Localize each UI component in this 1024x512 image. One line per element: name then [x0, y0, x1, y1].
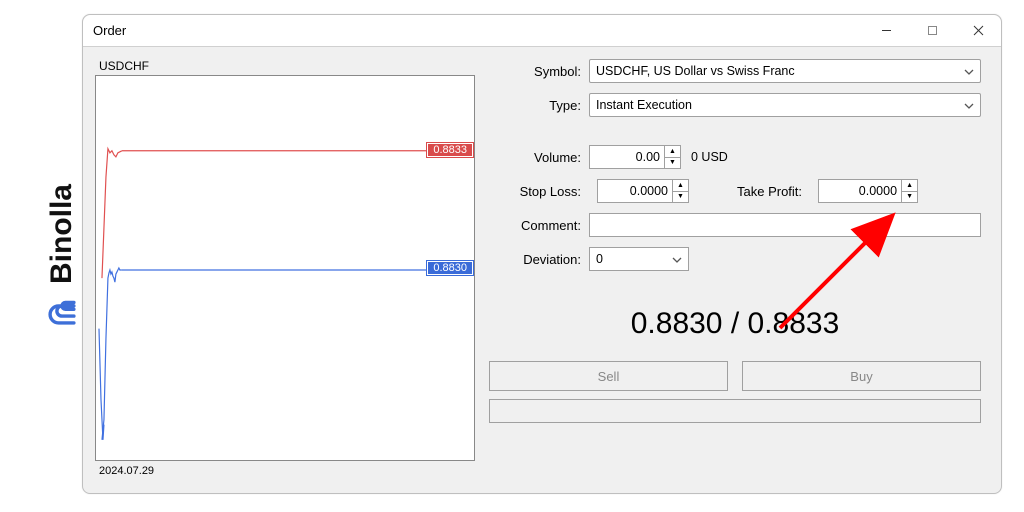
- titlebar: Order: [83, 15, 1001, 47]
- stoploss-up-button[interactable]: ▲: [673, 180, 688, 192]
- brand-logo: Binolla: [45, 184, 79, 328]
- binolla-icon: [45, 294, 79, 328]
- comment-label: Comment:: [489, 218, 589, 233]
- takeprofit-up-button[interactable]: ▲: [902, 180, 917, 192]
- order-window: Order USDCHF 0.8: [82, 14, 1002, 494]
- chart-symbol: USDCHF: [99, 59, 475, 73]
- tick-chart: 0.8833 0.8830: [95, 75, 475, 461]
- type-label: Type:: [489, 98, 589, 113]
- takeprofit-field[interactable]: [819, 180, 901, 202]
- stoploss-input[interactable]: ▲ ▼: [597, 179, 689, 203]
- stoploss-label: Stop Loss:: [489, 184, 589, 199]
- deviation-label: Deviation:: [489, 252, 589, 267]
- window-title: Order: [93, 23, 863, 38]
- chevron-down-icon: [964, 64, 974, 78]
- volume-input[interactable]: ▲ ▼: [589, 145, 681, 169]
- symbol-value: USDCHF, US Dollar vs Swiss Franc: [596, 64, 795, 78]
- chevron-down-icon: [672, 252, 682, 266]
- chart-date: 2024.07.29: [99, 465, 475, 477]
- volume-up-button[interactable]: ▲: [665, 146, 680, 158]
- close-button[interactable]: [955, 15, 1001, 47]
- stoploss-field[interactable]: [598, 180, 672, 202]
- type-value: Instant Execution: [596, 98, 692, 112]
- chevron-down-icon: [964, 98, 974, 112]
- order-form: Symbol: USDCHF, US Dollar vs Swiss Franc…: [489, 59, 981, 477]
- bid-price-tag: 0.8830: [426, 260, 474, 276]
- comment-input[interactable]: [589, 213, 981, 237]
- status-bar: [489, 399, 981, 423]
- deviation-value: 0: [596, 252, 603, 266]
- sell-button[interactable]: Sell: [489, 361, 728, 391]
- volume-field[interactable]: [590, 146, 664, 168]
- volume-usd: 0 USD: [691, 150, 728, 164]
- symbol-dropdown[interactable]: USDCHF, US Dollar vs Swiss Franc: [589, 59, 981, 83]
- symbol-label: Symbol:: [489, 64, 589, 79]
- volume-down-button[interactable]: ▼: [665, 158, 680, 169]
- deviation-dropdown[interactable]: 0: [589, 247, 689, 271]
- takeprofit-label: Take Profit:: [737, 184, 810, 199]
- buy-button[interactable]: Buy: [742, 361, 981, 391]
- maximize-button[interactable]: [909, 15, 955, 47]
- takeprofit-input[interactable]: ▲ ▼: [818, 179, 918, 203]
- chart-panel: USDCHF 0.8833 0.8830 2024.07.29: [95, 59, 475, 477]
- takeprofit-down-button[interactable]: ▼: [902, 192, 917, 203]
- bid-ask-display: 0.8830 / 0.8833: [489, 307, 981, 341]
- minimize-button[interactable]: [863, 15, 909, 47]
- brand-name: Binolla: [45, 184, 79, 284]
- ask-price-tag: 0.8833: [426, 142, 474, 158]
- volume-label: Volume:: [489, 150, 589, 165]
- type-dropdown[interactable]: Instant Execution: [589, 93, 981, 117]
- stoploss-down-button[interactable]: ▼: [673, 192, 688, 203]
